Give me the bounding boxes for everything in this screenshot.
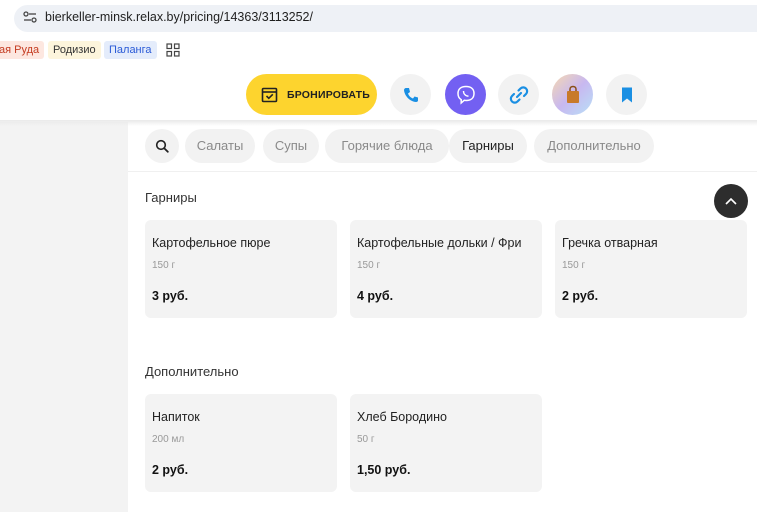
phone-button[interactable] [390,74,431,115]
item-name: Напиток [152,410,200,424]
link-icon [509,85,528,104]
header-shadow [0,120,757,126]
calendar-icon [261,87,278,103]
bookmark-item[interactable]: Паланга [104,41,157,59]
item-name: Гречка отварная [562,236,658,250]
item-weight: 150 г [357,260,381,271]
item-weight: 150 г [562,260,586,271]
item-name: Картофельные дольки / Фри [357,236,522,250]
section-title: Дополнительно [145,364,239,379]
bookmark-icon [621,87,632,102]
menu-item-card[interactable]: Гречка отварная 150 г 2 руб. [555,220,747,318]
section-title: Гарниры [145,190,197,205]
site-settings-icon[interactable] [22,9,38,25]
category-chip[interactable]: Салаты [185,129,255,163]
phone-icon [403,87,418,102]
menu-item-card[interactable]: Картофельное пюре 150 г 3 руб. [145,220,337,318]
chevron-up-icon [725,197,737,205]
category-chip-active[interactable]: Гарниры [449,129,527,163]
browser-address-bar: bierkeller-minsk.relax.by/pricing/14363/… [0,0,757,38]
item-weight: 150 г [152,260,176,271]
book-button[interactable]: БРОНИРОВАТЬ [246,74,377,115]
bag-button[interactable] [552,74,593,115]
category-chip[interactable]: Супы [263,129,319,163]
viber-button[interactable] [445,74,486,115]
item-price: 4 руб. [357,289,394,303]
item-weight: 50 г [357,434,375,445]
menu-item-card[interactable]: Картофельные дольки / Фри 150 г 4 руб. [350,220,542,318]
bookmark-item[interactable]: ая Руда [0,41,45,59]
book-button-label: БРОНИРОВАТЬ [287,88,371,101]
search-button[interactable] [145,129,179,163]
category-chip[interactable]: Горячие блюда [325,129,449,163]
menu-item-card[interactable]: Хлеб Бородино 50 г 1,50 руб. [350,394,542,492]
favorites-button[interactable] [606,74,647,115]
bookmarks-bar: ая Руда Родизио Паланга [0,38,757,62]
bag-icon [566,85,579,103]
category-chip[interactable]: Дополнительно [534,129,654,163]
left-panel [0,122,128,512]
item-name: Картофельное пюре [152,236,271,250]
link-button[interactable] [498,74,539,115]
item-price: 1,50 руб. [357,463,411,477]
item-price: 3 руб. [152,289,189,303]
item-name: Хлеб Бородино [357,410,447,424]
action-bar: БРОНИРОВАТЬ [0,62,757,122]
item-price: 2 руб. [152,463,189,477]
viber-icon [456,85,475,105]
url-text[interactable]: bierkeller-minsk.relax.by/pricing/14363/… [45,10,313,24]
menu-item-card[interactable]: Напиток 200 мл 2 руб. [145,394,337,492]
item-price: 2 руб. [562,289,599,303]
search-icon [155,139,169,153]
scroll-to-top-button[interactable] [714,184,748,218]
divider [128,171,757,172]
apps-grid-icon[interactable] [166,43,180,57]
bookmark-item[interactable]: Родизио [48,41,101,59]
item-weight: 200 мл [152,434,185,445]
